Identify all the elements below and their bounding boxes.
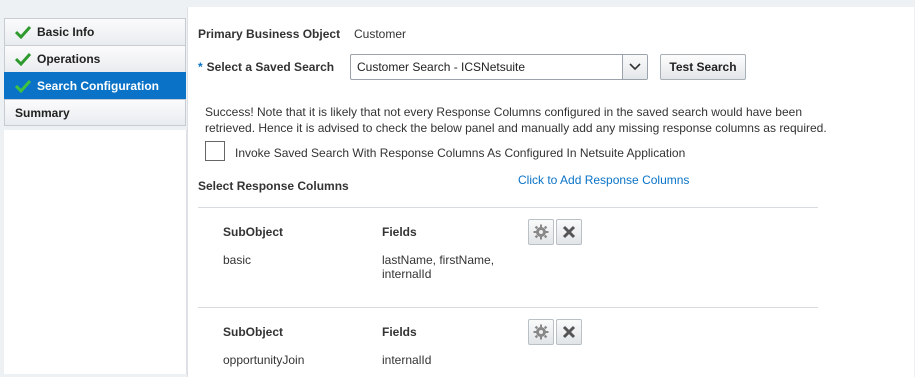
primary-object-label: Primary Business Object	[198, 27, 341, 41]
gear-icon	[533, 324, 549, 340]
step-basic-info[interactable]: Basic Info	[4, 18, 186, 45]
subobject-value: opportunityJoin	[223, 353, 305, 367]
fields-header: Fields	[382, 225, 417, 239]
search-configuration-panel: Primary Business Object Customer * Select…	[187, 7, 914, 377]
step-label: Search Configuration	[37, 79, 160, 93]
success-message-line1: Success! Note that it is likely that not…	[205, 105, 802, 119]
divider	[198, 207, 818, 208]
response-columns-title: Select Response Columns	[198, 179, 349, 193]
remove-button[interactable]	[556, 319, 582, 345]
steps-panel-background	[4, 130, 187, 374]
step-label: Summary	[15, 105, 70, 120]
close-icon	[562, 225, 576, 239]
step-label: Operations	[37, 52, 101, 66]
remove-button[interactable]	[556, 219, 582, 245]
fields-value-line1: internalId	[382, 353, 432, 367]
saved-search-label: * Select a Saved Search	[198, 60, 334, 74]
chevron-down-icon	[629, 63, 641, 71]
gear-icon	[533, 224, 549, 240]
configure-button[interactable]	[528, 219, 554, 245]
saved-search-label-text: Select a Saved Search	[206, 60, 335, 74]
fields-header: Fields	[382, 325, 417, 339]
subobject-header: SubObject	[223, 225, 284, 239]
success-message-line2: retrieved. Hence it is advised to check …	[205, 121, 827, 135]
subobject-header: SubObject	[223, 325, 284, 339]
step-summary[interactable]: Summary	[4, 99, 186, 126]
invoke-saved-search-checkbox[interactable]	[205, 141, 225, 161]
dropdown-button[interactable]	[622, 55, 647, 79]
primary-object-value: Customer	[354, 27, 407, 41]
subobject-value: basic	[223, 253, 252, 267]
fields-value-line2: internalId	[382, 267, 432, 281]
checkmark-icon	[15, 52, 31, 66]
invoke-saved-search-label: Invoke Saved Search With Response Column…	[235, 146, 686, 160]
configure-button[interactable]	[528, 319, 554, 345]
checkmark-icon	[15, 25, 31, 39]
required-indicator: *	[198, 60, 203, 74]
checkmark-icon	[15, 79, 31, 93]
saved-search-selected-value: Customer Search - ICSNetsuite	[357, 60, 526, 74]
step-search-configuration[interactable]: Search Configuration	[4, 72, 186, 99]
step-operations[interactable]: Operations	[4, 45, 186, 72]
fields-value-line1: lastName, firstName,	[382, 253, 495, 267]
success-message: Success! Note that it is likely that not…	[205, 104, 845, 136]
step-label: Basic Info	[37, 25, 95, 39]
test-search-button[interactable]: Test Search	[660, 54, 746, 80]
close-icon	[562, 325, 576, 339]
saved-search-select[interactable]: Customer Search - ICSNetsuite	[350, 54, 648, 80]
divider	[198, 307, 818, 308]
train-steps: Basic Info Operations Search Configurati…	[4, 18, 186, 126]
add-response-columns-link[interactable]: Click to Add Response Columns	[518, 173, 689, 187]
